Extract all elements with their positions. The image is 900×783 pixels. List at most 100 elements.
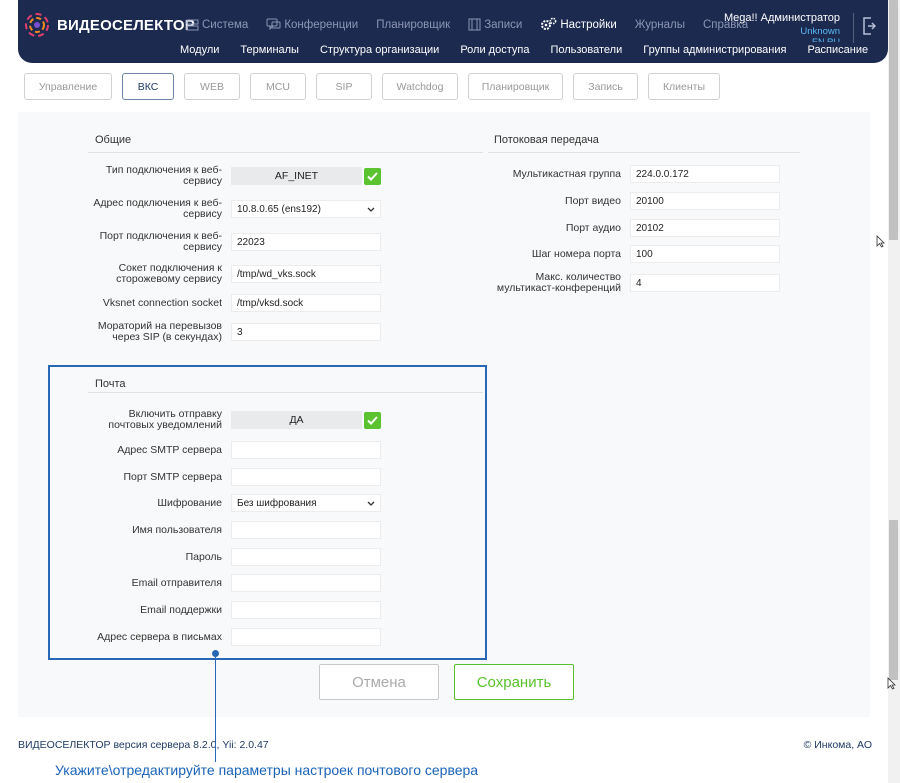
scroll-thumb-bottom[interactable]	[889, 520, 898, 680]
field-label: Тип подключения к веб-сервису	[105, 164, 222, 187]
subnav-admin-groups[interactable]: Группы администрирования	[643, 44, 786, 56]
tab-management[interactable]: Управление	[24, 73, 112, 100]
field-audio-port: Порт аудио 20102	[490, 219, 780, 237]
connection-type-value[interactable]: AF_INET	[231, 167, 362, 185]
tab-web[interactable]: WEB	[184, 73, 240, 100]
tab-sip[interactable]: SIP	[316, 73, 372, 100]
server-address-in-mail-input[interactable]	[231, 628, 381, 646]
encryption-select[interactable]: Без шифрования	[231, 494, 381, 512]
select-value: 10.8.0.65 (ens192)	[237, 203, 321, 215]
cancel-button[interactable]: Отмена	[319, 664, 439, 700]
user-info[interactable]: Mega!! Администратор Unknown EN RU	[724, 12, 840, 42]
app-header: ВИДЕОСЕЛЕКТОР Система Конференции Планир…	[18, 0, 888, 63]
tab-mcu[interactable]: MCU	[250, 73, 306, 100]
smtp-address-input[interactable]	[231, 441, 381, 459]
field-vksnet-socket: Vksnet connection socket /tmp/vksd.sock	[90, 294, 381, 312]
language-switcher[interactable]: EN RU	[724, 37, 840, 42]
tab-clients[interactable]: Клиенты	[648, 73, 720, 100]
video-port-input[interactable]: 20100	[630, 192, 780, 210]
mail-enable-value[interactable]: ДА	[231, 411, 362, 429]
connection-port-input[interactable]: 22023	[231, 233, 381, 251]
field-label: Порт аудио	[565, 221, 621, 234]
watchdog-socket-input[interactable]: /tmp/wd_vks.sock	[231, 265, 381, 283]
username-input[interactable]	[231, 521, 381, 539]
check-icon[interactable]	[364, 167, 381, 185]
nav-label: Настройки	[560, 18, 617, 31]
user-role: Unknown	[800, 26, 840, 37]
field-label: Порт видео	[565, 194, 621, 207]
nav-label: Планировщик	[376, 18, 451, 31]
scrollbar[interactable]	[888, 0, 900, 783]
logout-icon[interactable]	[862, 16, 877, 39]
field-watchdog-socket: Сокет подключения к сторожевому сервису …	[90, 263, 381, 285]
logo-text: ВИДЕОСЕЛЕКТОР	[57, 16, 195, 34]
gears-icon	[540, 17, 557, 32]
subnav-modules[interactable]: Модули	[180, 44, 219, 56]
user-name: Mega!! Администратор	[723, 12, 840, 24]
field-max-multicast: Макс. количество мультикаст-конференций …	[490, 272, 780, 294]
smtp-port-input[interactable]	[231, 468, 381, 486]
tab-vks[interactable]: ВКС	[122, 73, 174, 100]
field-label: Пароль	[185, 550, 222, 563]
version-info: ВИДЕОСЕЛЕКТОР версия сервера 8.2.0, Yii:…	[18, 739, 269, 751]
field-label: Порт подключения к веб-сервису	[99, 230, 222, 253]
nav-label: Записи	[484, 18, 523, 31]
nav-settings[interactable]: Настройки	[540, 17, 617, 32]
subnav-users[interactable]: Пользователи	[550, 44, 622, 56]
save-button[interactable]: Сохранить	[454, 664, 574, 700]
field-sip-moratorium: Мораторий на перевызов через SIP (в секу…	[90, 321, 381, 343]
nav-label: Журналы	[634, 18, 685, 31]
field-label: Шаг номера порта	[531, 247, 621, 260]
field-label: Макс. количество мультикаст-конференций	[496, 271, 621, 294]
field-label: Имя пользователя	[132, 523, 222, 536]
password-input[interactable]	[231, 548, 381, 566]
field-label: Порт SMTP сервера	[123, 470, 222, 483]
header-divider	[853, 13, 854, 43]
nav-conferences[interactable]: Конференции	[266, 17, 358, 32]
multicast-group-input[interactable]: 224.0.0.172	[630, 165, 780, 183]
logo[interactable]: ВИДЕОСЕЛЕКТОР	[22, 10, 195, 40]
nav-scheduler[interactable]: Планировщик	[376, 17, 450, 32]
subnav-terminals[interactable]: Терминалы	[240, 44, 299, 56]
logo-icon	[25, 13, 49, 37]
field-label: Шифрование	[157, 496, 222, 509]
field-server-address-in-mail: Адрес сервера в письмах	[90, 628, 381, 646]
connection-address-select[interactable]: 10.8.0.65 (ens192)	[231, 200, 381, 218]
audio-port-input[interactable]: 20102	[630, 219, 780, 237]
subnav-access-roles[interactable]: Роли доступа	[460, 44, 529, 56]
nav-logs[interactable]: Журналы	[635, 17, 685, 32]
nav-label: Система	[202, 18, 249, 31]
field-label: Vksnet connection socket	[102, 296, 222, 309]
max-multicast-input[interactable]: 4	[630, 274, 780, 292]
field-connection-address: Адрес подключения к веб-сервису 10.8.0.6…	[90, 198, 381, 220]
streaming-divider	[488, 152, 800, 153]
sender-email-input[interactable]	[231, 574, 381, 592]
field-label: Включить отправку почтовых уведомлений	[108, 408, 222, 431]
sip-moratorium-input[interactable]: 3	[231, 323, 381, 341]
support-email-input[interactable]	[231, 601, 381, 619]
tab-recording[interactable]: Запись	[573, 73, 638, 100]
nav-records[interactable]: Записи	[468, 17, 522, 32]
field-port-step: Шаг номера порта 100	[490, 245, 780, 263]
tab-scheduler[interactable]: Планировщик	[468, 73, 563, 100]
subnav-schedule[interactable]: Расписание	[807, 44, 868, 56]
field-multicast-group: Мультикастная группа 224.0.0.172	[490, 165, 780, 183]
check-icon[interactable]	[364, 411, 381, 429]
streaming-section-title: Потоковая передача	[494, 134, 599, 146]
copyright: © Инкома, АО	[803, 739, 872, 751]
field-mail-enable: Включить отправку почтовых уведомлений Д…	[90, 409, 381, 431]
field-smtp-address: Адрес SMTP сервера	[90, 441, 381, 459]
tab-watchdog[interactable]: Watchdog	[382, 73, 458, 100]
scroll-thumb-top[interactable]	[889, 0, 898, 240]
chat-icon	[266, 18, 281, 31]
mouse-cursor-icon	[876, 235, 885, 251]
field-label: Email отправителя	[131, 576, 222, 589]
vksnet-socket-input[interactable]: /tmp/vksd.sock	[231, 294, 381, 312]
chevron-down-icon	[367, 204, 375, 215]
port-step-input[interactable]: 100	[630, 245, 780, 263]
field-encryption: Шифрование Без шифрования	[90, 494, 381, 512]
chevron-down-icon	[367, 498, 375, 509]
mail-divider	[88, 392, 483, 393]
nav-system[interactable]: Система	[186, 17, 248, 32]
subnav-org-structure[interactable]: Структура организации	[320, 44, 439, 56]
